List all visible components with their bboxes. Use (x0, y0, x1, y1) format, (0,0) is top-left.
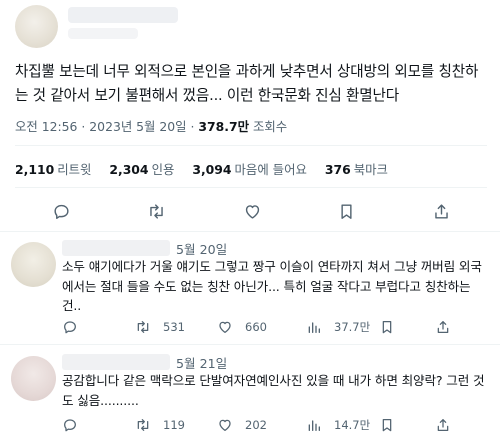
reply-author-redacted[interactable] (62, 240, 170, 256)
divider (15, 187, 487, 188)
reply-retweet-button[interactable]: 531 (135, 319, 185, 335)
reply-actions: 531 660 37.7만 (62, 319, 492, 337)
reply-date[interactable]: 5월 21일 (176, 353, 227, 372)
share-icon[interactable] (428, 198, 454, 224)
bookmark-icon[interactable] (333, 198, 359, 224)
reply-text: 소두 얘기에다가 거울 얘기도 그렇고 짱구 이슬이 연타까지 쳐서 그냥 꺼버… (62, 259, 482, 313)
divider (15, 145, 487, 146)
reply-like-button[interactable]: 660 (217, 319, 267, 335)
author-handle-redacted[interactable] (68, 28, 138, 39)
reply-text: 공감합니다 같은 맥락으로 단발여자연예인사진 있을 때 내가 하면 최양락? … (62, 373, 485, 408)
reply-views-button[interactable]: 14.7만 (306, 417, 370, 433)
tweet-date[interactable]: 2023년 5월 20일 (89, 119, 186, 134)
views-icon (308, 420, 320, 431)
reply-author-redacted[interactable] (62, 354, 170, 370)
like-icon (219, 419, 231, 431)
bookmark-icon[interactable] (379, 319, 395, 335)
reply-icon[interactable] (62, 319, 78, 335)
tweet-text: 차집뿔 보는데 너무 외적으로 본인을 과하게 낮추면서 상대방의 외모를 칭찬… (15, 63, 479, 104)
reply-actions: 119 202 14.7만 (62, 417, 492, 435)
tweet-time[interactable]: 오전 12:56 (15, 119, 77, 134)
reply-views-button[interactable]: 37.7만 (306, 319, 370, 335)
reply-views-count: 37.7만 (334, 320, 371, 334)
reply-like-button[interactable]: 202 (217, 417, 267, 433)
like-icon[interactable] (239, 198, 265, 224)
retweet-icon[interactable] (143, 198, 169, 224)
reply-icon[interactable] (62, 417, 78, 433)
divider (0, 231, 500, 232)
reply-date[interactable]: 5월 20일 (176, 239, 227, 258)
reply-views-count: 14.7만 (334, 418, 371, 432)
stat-quotes[interactable]: 2,304 인용 (109, 162, 174, 177)
like-icon (219, 321, 231, 333)
reply-retweet-count: 531 (163, 320, 185, 334)
reply-item[interactable]: 5월 20일 소두 얘기에다가 거울 얘기도 그렇고 짱구 이슬이 연타까지 쳐… (0, 236, 500, 336)
views-label: 조회수 (252, 119, 288, 134)
reply-like-count: 660 (245, 320, 267, 334)
reply-item[interactable]: 5월 21일 공감합니다 같은 맥락으로 단발여자연예인사진 있을 때 내가 하… (0, 350, 500, 438)
reply-retweet-count: 119 (163, 418, 185, 432)
reply-like-count: 202 (245, 418, 267, 432)
divider (0, 344, 500, 345)
tweet-actions (0, 198, 500, 224)
reply-avatar[interactable] (11, 242, 56, 287)
reply-retweet-button[interactable]: 119 (135, 417, 185, 433)
stat-likes[interactable]: 3,094 마음에 들어요 (192, 162, 307, 177)
share-icon[interactable] (435, 319, 451, 335)
reply-icon[interactable] (48, 198, 74, 224)
stat-retweets[interactable]: 2,110 리트윗 (15, 162, 91, 177)
author-name-redacted[interactable] (68, 7, 178, 23)
retweet-icon (137, 419, 149, 431)
views-icon (308, 322, 320, 333)
reply-avatar[interactable] (11, 356, 56, 401)
views-count: 378.7만 (198, 119, 249, 134)
engagement-stats: 2,110 리트윗 2,304 인용 3,094 마음에 들어요 376 북마크 (15, 160, 402, 178)
stat-bookmarks[interactable]: 376 북마크 (325, 162, 388, 177)
bookmark-icon[interactable] (379, 417, 395, 433)
author-avatar[interactable] (15, 5, 58, 48)
retweet-icon (137, 321, 149, 333)
tweet-meta: 오전 12:56 · 2023년 5월 20일 · 378.7만 조회수 (15, 117, 287, 135)
share-icon[interactable] (435, 417, 451, 433)
